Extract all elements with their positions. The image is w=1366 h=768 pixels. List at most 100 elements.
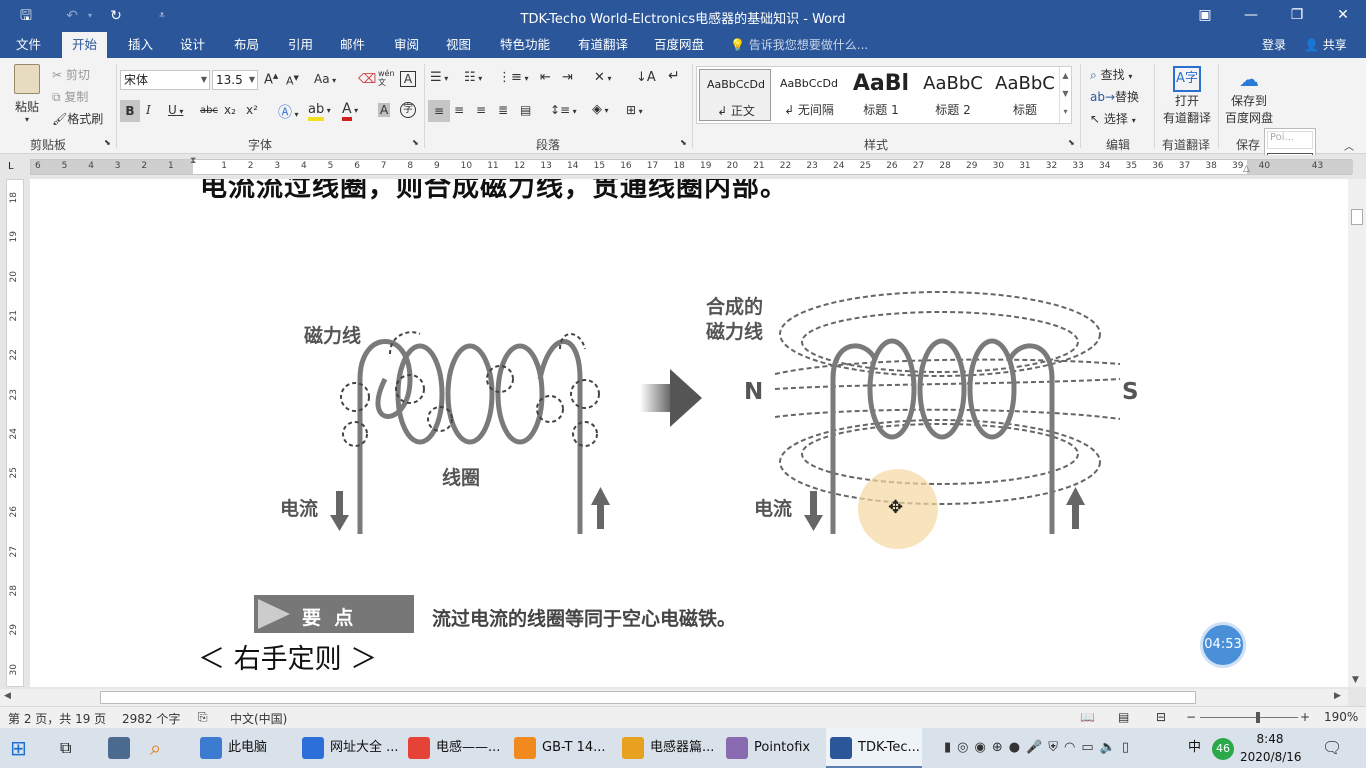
ribbon-display-icon[interactable]: ▣	[1182, 0, 1228, 32]
distributed-icon[interactable]: ▤	[520, 103, 531, 117]
style-normal[interactable]: AaBbCcDd ↲ 正文	[699, 69, 771, 121]
tab-mailings[interactable]: 邮件	[330, 32, 375, 58]
tab-home[interactable]: 开始	[62, 32, 108, 58]
line-spacing-icon[interactable]: ↕≡ ▾	[550, 103, 577, 117]
replace-button[interactable]: ab→替换	[1090, 88, 1139, 105]
zoom-out-icon[interactable]: −	[1186, 710, 1196, 724]
save-to-baidu-button[interactable]: ☁ 保存到 百度网盘	[1222, 66, 1276, 126]
find-button[interactable]: ⌕ 查找 ▾	[1090, 66, 1132, 83]
sort-icon[interactable]: ↓A	[636, 70, 656, 85]
calculator-icon[interactable]	[108, 728, 132, 768]
bold-button[interactable]: B	[120, 100, 140, 122]
strikethrough-button[interactable]: abc	[200, 105, 218, 116]
share-button[interactable]: 👤 共享	[1304, 32, 1347, 58]
grow-font-button[interactable]: A▲	[264, 72, 278, 87]
tab-view[interactable]: 视图	[436, 32, 481, 58]
align-left-icon[interactable]: ≡	[428, 100, 450, 122]
page-count[interactable]: 第 2 页，共 19 页	[8, 710, 106, 727]
web-layout-icon[interactable]: ⊟	[1156, 710, 1166, 724]
dialog-launcher-icon[interactable]: ⬊	[680, 138, 687, 147]
search-app-icon[interactable]: ⌕	[150, 728, 178, 768]
decrease-indent-icon[interactable]: ⇤	[540, 70, 551, 85]
italic-button[interactable]: I	[146, 103, 151, 117]
borders-icon[interactable]: ⊞ ▾	[626, 103, 643, 117]
document-area[interactable]: 电流流过线圈，则合成磁力线，贯通线圈内部。 磁力线 线圈 电流 合成的 磁力线 …	[30, 179, 1348, 687]
tab-selector[interactable]: L	[8, 161, 14, 172]
tell-me-box[interactable]: 💡 告诉我您想要做什么...	[730, 32, 868, 58]
copy-button[interactable]: ⧉ 复制	[52, 88, 88, 105]
close-button[interactable]: ✕	[1320, 0, 1366, 32]
show-marks-icon[interactable]: ↵	[668, 68, 680, 84]
open-youdao-button[interactable]: A字 打开 有道翻译	[1160, 66, 1214, 126]
clock[interactable]: 8:48 2020/8/16	[1240, 730, 1302, 766]
tab-file[interactable]: 文件	[6, 32, 51, 58]
taskbar-app[interactable]: 电感——...	[404, 728, 504, 768]
proofing-icon[interactable]: ⎘	[198, 710, 208, 725]
bullets-icon[interactable]: ☰ ▾	[430, 70, 448, 85]
phonetic-guide-icon[interactable]: wén 文	[378, 69, 395, 87]
paste-button[interactable]: 粘贴 ▾	[10, 64, 44, 128]
collapse-ribbon-icon[interactable]: ︿	[1344, 138, 1354, 153]
taskbar-app[interactable]: 电感器篇...	[618, 728, 716, 768]
taskbar-app[interactable]: GB-T 14...	[510, 728, 610, 768]
task-view-icon[interactable]: ⧉	[60, 728, 84, 768]
timer-badge[interactable]: 04:53	[1200, 622, 1246, 668]
tab-design[interactable]: 设计	[170, 32, 215, 58]
font-name-combo[interactable]: 宋体 ▼	[120, 70, 210, 90]
taskbar-app[interactable]: 此电脑	[196, 728, 292, 768]
tab-review[interactable]: 审阅	[384, 32, 429, 58]
zoom-thumb[interactable]	[1256, 712, 1260, 723]
character-border-icon[interactable]: A	[400, 71, 416, 87]
ime-indicator[interactable]: 中	[1188, 728, 1201, 768]
style-title[interactable]: AaBbC 标题	[989, 69, 1061, 121]
tab-baidu[interactable]: 百度网盘	[644, 32, 714, 58]
tab-youdao[interactable]: 有道翻译	[568, 32, 638, 58]
h-scroll-thumb[interactable]	[100, 691, 1196, 704]
underline-button[interactable]: U ▾	[168, 103, 183, 117]
action-center-icon[interactable]: 🗨	[1322, 728, 1342, 768]
dialog-launcher-icon[interactable]: ⬊	[1068, 138, 1075, 147]
gallery-scroll[interactable]: ▲ ▼ ▾	[1059, 67, 1071, 123]
shrink-font-button[interactable]: A▼	[286, 74, 299, 88]
enclose-characters-icon[interactable]: 字	[400, 102, 416, 118]
scroll-right-icon[interactable]: ▶	[1334, 691, 1341, 701]
highlight-icon[interactable]: ab ▾	[308, 102, 331, 121]
character-shading-icon[interactable]: A	[378, 103, 391, 117]
tab-special[interactable]: 特色功能	[490, 32, 560, 58]
print-layout-icon[interactable]: ▤	[1118, 710, 1129, 724]
dialog-launcher-icon[interactable]: ⬊	[104, 138, 111, 147]
subscript-button[interactable]: x₂	[224, 103, 236, 117]
tab-layout[interactable]: 布局	[224, 32, 269, 58]
language[interactable]: 中文(中国)	[230, 710, 287, 727]
horizontal-scrollbar[interactable]: ◀ ▶	[0, 689, 1348, 706]
taskbar-app[interactable]: TDK-Tec...	[826, 728, 922, 768]
vertical-scrollbar[interactable]: ▼	[1348, 179, 1366, 687]
read-mode-icon[interactable]: 📖	[1080, 710, 1095, 724]
pointofix-input[interactable]: Poi...	[1267, 131, 1313, 149]
clear-format-icon[interactable]: ⌫	[358, 72, 376, 87]
align-right-icon[interactable]: ≡	[476, 103, 486, 117]
asian-layout-icon[interactable]: ✕ ▾	[594, 70, 611, 85]
ruler-bar[interactable]: 6 5 4 3 2 1 1 2 3 4 5 6 7 8 9 10 11 12 13 14 15 16 17 18 19 20 21 2…	[30, 156, 1353, 175]
word-count[interactable]: 2982 个字	[122, 710, 180, 727]
justify-icon[interactable]: ≣	[498, 103, 508, 117]
font-size-combo[interactable]: 13.5 ▼	[212, 70, 258, 90]
superscript-button[interactable]: x²	[246, 103, 258, 117]
shading-icon[interactable]: ◈ ▾	[592, 102, 609, 117]
zoom-slider[interactable]	[1200, 717, 1298, 718]
start-button[interactable]: ⊞	[10, 728, 40, 768]
font-color-icon[interactable]: A ▾	[342, 101, 358, 121]
minimize-button[interactable]: —	[1228, 0, 1274, 32]
scroll-thumb[interactable]	[1351, 209, 1363, 225]
scroll-left-icon[interactable]: ◀	[4, 691, 11, 701]
style-heading-1[interactable]: AaBl 标题 1	[845, 69, 917, 121]
dialog-launcher-icon[interactable]: ⬊	[412, 138, 419, 147]
scroll-down-icon[interactable]: ▼	[1352, 675, 1359, 685]
zoom-in-icon[interactable]: +	[1300, 710, 1310, 724]
tab-references[interactable]: 引用	[278, 32, 323, 58]
align-center-icon[interactable]: ≡	[454, 103, 464, 117]
tray-icons[interactable]: ▮◎◉⊕●🎤⛨◠▭🔈▯	[944, 728, 1135, 768]
numbering-icon[interactable]: ☷ ▾	[464, 70, 482, 85]
zoom-level[interactable]: 190%	[1324, 710, 1358, 724]
multilevel-list-icon[interactable]: ⋮≡ ▾	[498, 70, 528, 85]
